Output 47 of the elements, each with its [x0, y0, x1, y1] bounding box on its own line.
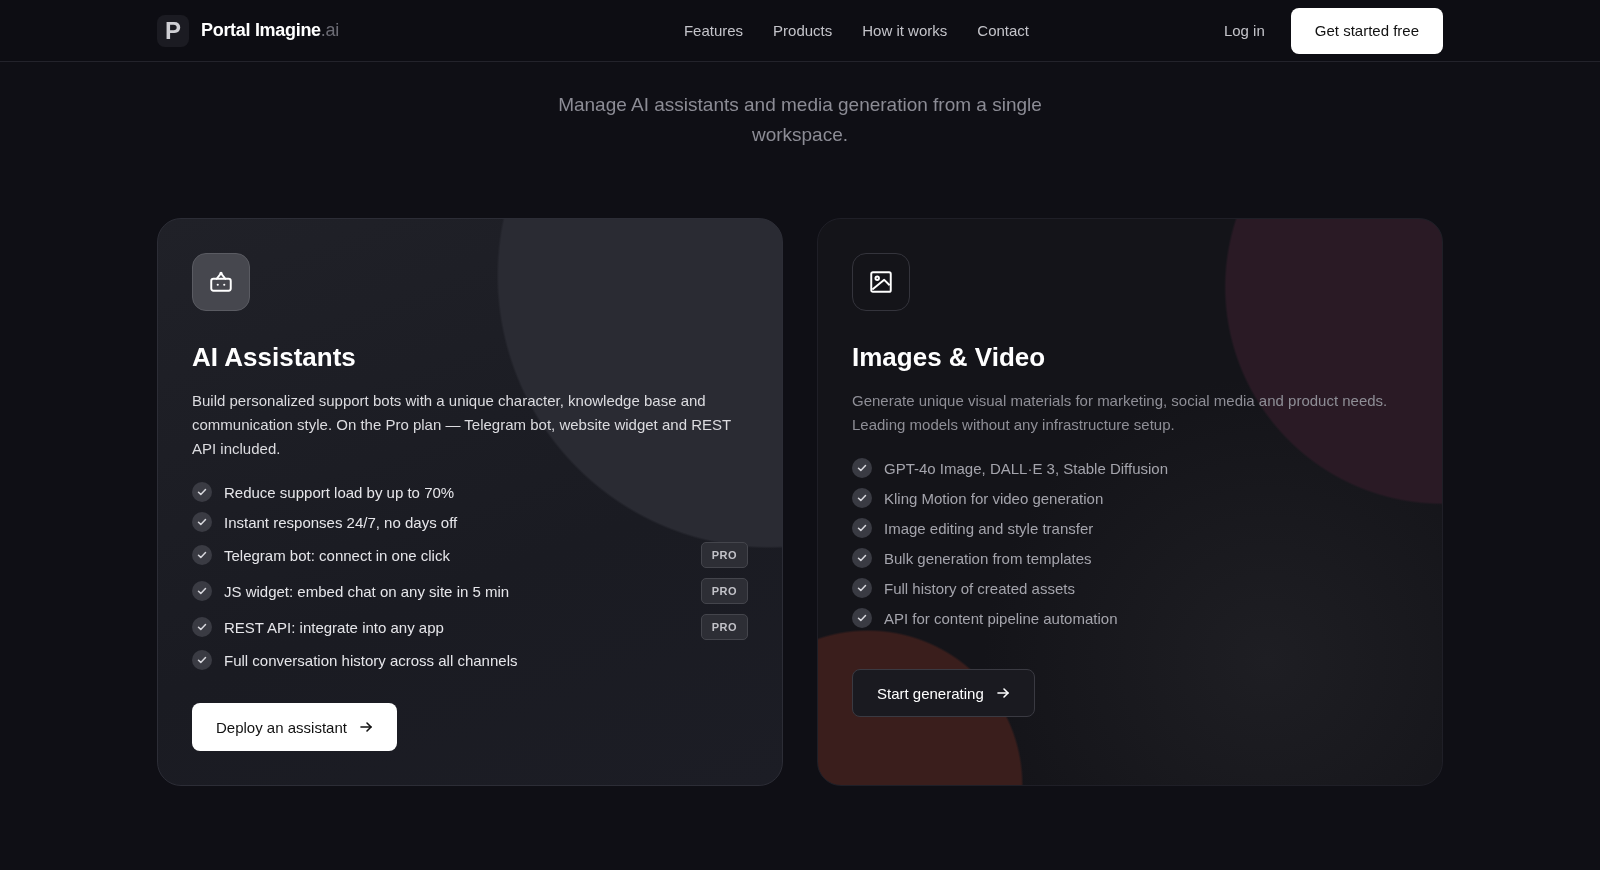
feature-text: Full conversation history across all channels: [224, 651, 518, 669]
image-icon: [868, 269, 894, 295]
login-link[interactable]: Log in: [1223, 22, 1265, 39]
check-icon: [852, 548, 872, 568]
check-icon: [852, 578, 872, 598]
card-description: Build personalized support bots with a unique character, knowledge base and communication style. On the Pro plan — Telegram bot, website widget and REST API included.: [192, 391, 732, 459]
get-started-button[interactable]: Get started free: [1290, 7, 1443, 54]
card-action-button[interactable]: Start generating: [852, 669, 1035, 717]
nav-link[interactable]: Contact: [977, 22, 1029, 39]
check-icon: [192, 482, 212, 502]
check-icon: [852, 518, 872, 538]
arrow-right-icon: [358, 720, 373, 734]
check-icon: [852, 458, 872, 478]
section-subtitle: Manage AI assistants and media generation from a single workspace.: [557, 93, 1043, 147]
feature-text: API for content pipeline automation: [884, 609, 1118, 627]
feature-text: Full history of created assets: [884, 579, 1075, 597]
feature-text: Kling Motion for video generation: [884, 489, 1104, 507]
feature-text: Instant responses 24/7, no days off: [224, 513, 458, 531]
check-icon: [852, 488, 872, 508]
card-description: Generate unique visual materials for marketing, social media and product needs. Leading models without any infrastructure setup.: [852, 391, 1389, 435]
nav-link[interactable]: Products: [773, 22, 833, 39]
feature-text: Reduce support load by up to 70%: [224, 483, 455, 501]
card-title: Images & Video: [852, 341, 1046, 373]
arrow-right-icon: [995, 686, 1010, 700]
check-icon: [192, 650, 212, 670]
pro-tag: PRO: [700, 614, 748, 640]
nav-link[interactable]: Features: [683, 22, 744, 39]
check-icon: [852, 608, 872, 628]
nav-link[interactable]: How it works: [862, 22, 948, 39]
feature-text: GPT-4o Image, DALL·E 3, Stable Diffusion: [884, 459, 1169, 477]
check-icon: [192, 512, 212, 532]
feature-text: JS widget: embed chat on any site in 5 min: [224, 582, 510, 600]
check-icon: [192, 545, 212, 565]
brand-logo[interactable]: P Portal Imagine.ai: [157, 14, 339, 47]
pro-tag: PRO: [700, 542, 748, 568]
check-icon: [192, 617, 212, 637]
card-action-button[interactable]: Deploy an assistant: [192, 703, 397, 751]
feature-text: REST API: integrate into any app: [224, 618, 444, 636]
feature-text: Image editing and style transfer: [884, 519, 1094, 537]
feature-text: Bulk generation from templates: [884, 549, 1092, 567]
pro-tag: PRO: [700, 578, 748, 604]
feature-text: Telegram bot: connect in one click: [224, 546, 450, 564]
card-title: AI Assistants: [192, 341, 356, 373]
check-icon: [192, 581, 212, 601]
robot-icon: [208, 269, 234, 295]
logo-icon: P: [157, 14, 189, 47]
brand-name: Portal Imagine.ai: [201, 20, 339, 41]
